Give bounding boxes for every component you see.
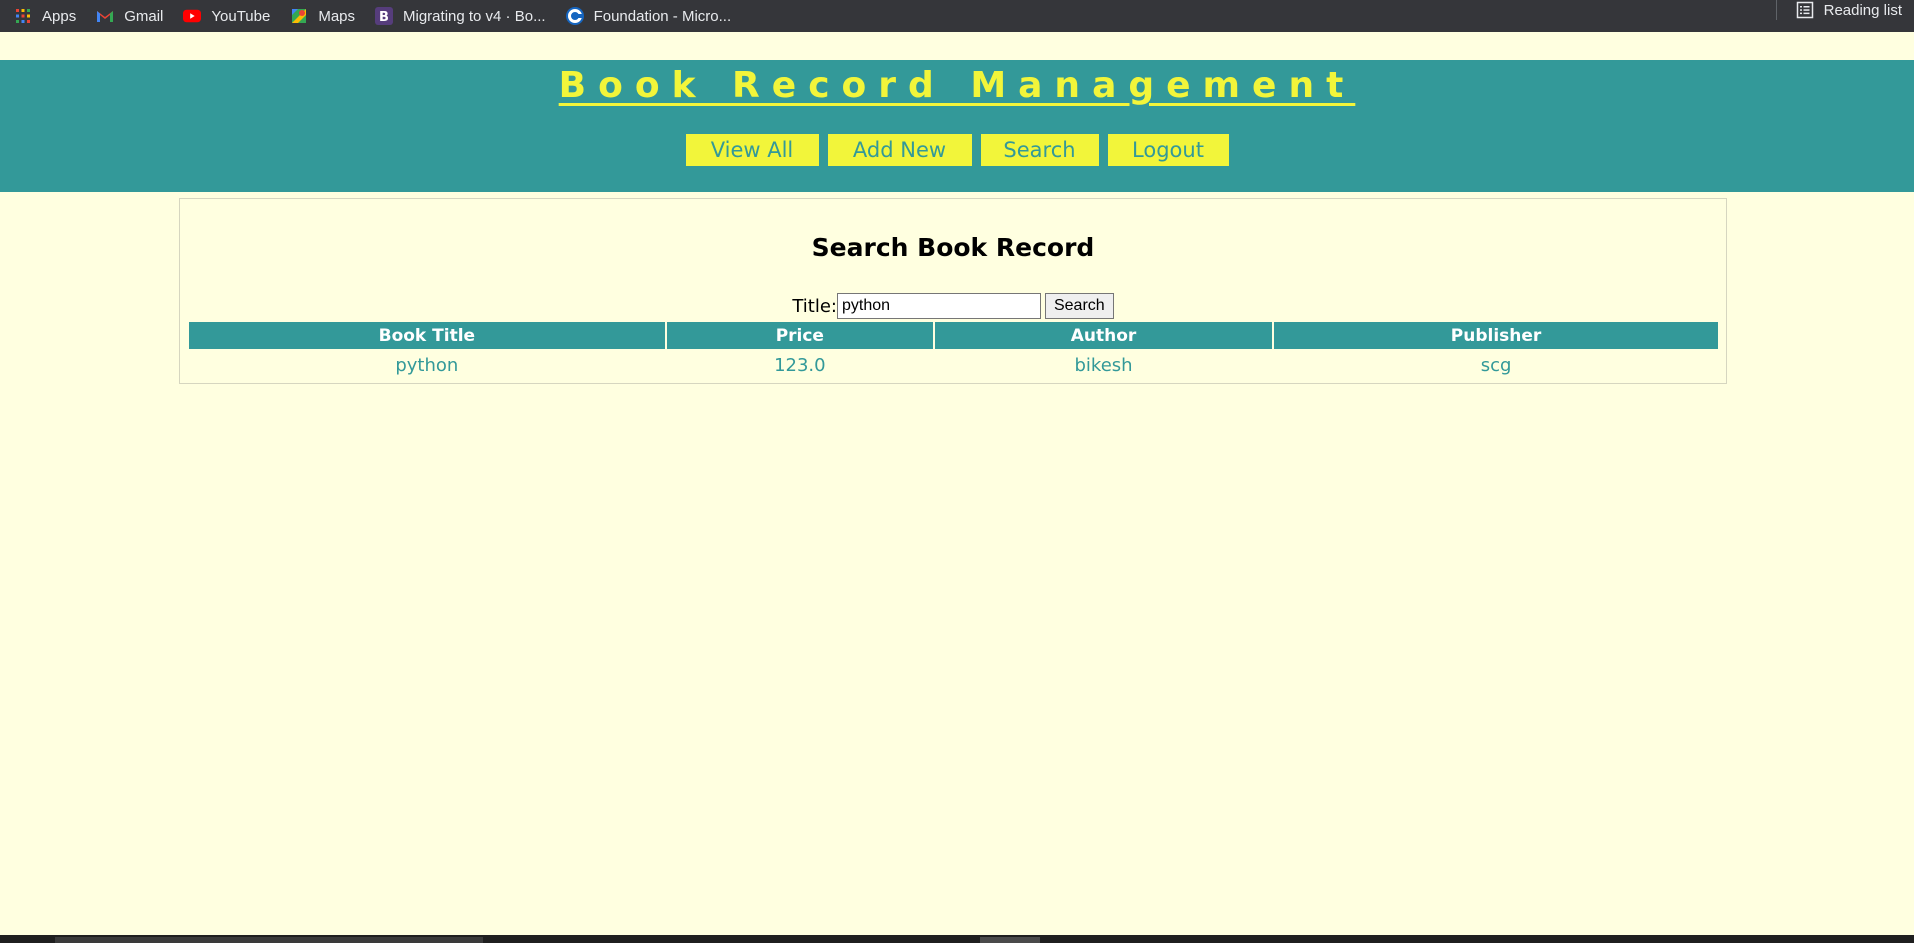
add-new-button[interactable]: Add New: [827, 134, 972, 166]
cell-publisher: scg: [1480, 354, 1512, 376]
reading-list-button[interactable]: Reading list: [1775, 0, 1902, 20]
search-submit-button[interactable]: Search: [1044, 293, 1114, 319]
maps-icon: [290, 7, 308, 25]
search-form: Title: Search: [180, 293, 1726, 319]
apps-grid-icon: [14, 7, 32, 25]
taskbar-segment: [55, 937, 483, 943]
bookmark-youtube[interactable]: YouTube: [177, 5, 276, 27]
table-row: python 123.0 bikesh scg: [189, 349, 1718, 381]
foundation-icon: [565, 7, 584, 25]
title-search-input[interactable]: [836, 293, 1041, 319]
bookmark-label: YouTube: [211, 7, 271, 25]
cell-book-title: python: [395, 354, 459, 376]
bookmarks-bar: Apps Gmail YouTube Maps B Migrating to v…: [0, 0, 1914, 32]
site-header: Book Record Management View All Add New …: [0, 60, 1914, 192]
view-all-button[interactable]: View All: [685, 134, 819, 166]
bookmark-foundation[interactable]: Foundation - Micro...: [560, 5, 738, 27]
youtube-icon: [183, 7, 202, 25]
column-header-author: Author: [934, 322, 1273, 349]
results-table: Book Title Price Author Publisher python…: [187, 322, 1720, 381]
divider: [1775, 0, 1777, 20]
bookmark-apps[interactable]: Apps: [8, 5, 82, 27]
search-panel: Search Book Record Title: Search Book Ti…: [179, 198, 1727, 384]
cell-author: bikesh: [1074, 354, 1133, 376]
site-title: Book Record Management: [558, 65, 1356, 106]
column-header-price: Price: [666, 322, 933, 349]
reading-list-icon: [1796, 1, 1814, 19]
table-header-row: Book Title Price Author Publisher: [189, 322, 1718, 349]
taskbar-segment: [980, 937, 1040, 943]
column-header-publisher: Publisher: [1274, 322, 1718, 349]
taskbar-strip: [0, 935, 1914, 943]
bookmark-label: Apps: [42, 7, 77, 25]
bookmark-label: Maps: [318, 7, 356, 25]
column-header-book-title: Book Title: [189, 322, 665, 349]
cell-price: 123.0: [774, 354, 826, 376]
search-nav-button[interactable]: Search: [980, 134, 1099, 166]
bookmark-bootstrap[interactable]: B Migrating to v4 · Bo...: [369, 5, 552, 27]
bootstrap-icon: B: [375, 7, 394, 25]
reading-list-label: Reading list: [1823, 1, 1902, 19]
bookmark-gmail[interactable]: Gmail: [90, 5, 169, 27]
bookmark-label: Gmail: [124, 7, 164, 25]
bookmark-maps[interactable]: Maps: [284, 5, 361, 27]
gmail-icon: [96, 7, 114, 25]
main-nav: View All Add New Search Logout: [0, 134, 1914, 166]
page-title: Search Book Record: [811, 233, 1095, 262]
title-label: Title:: [792, 295, 837, 317]
svg-text:B: B: [379, 10, 389, 25]
bookmark-label: Migrating to v4 · Bo...: [403, 7, 546, 25]
logout-button[interactable]: Logout: [1107, 134, 1229, 166]
bookmark-label: Foundation - Micro...: [593, 7, 732, 25]
